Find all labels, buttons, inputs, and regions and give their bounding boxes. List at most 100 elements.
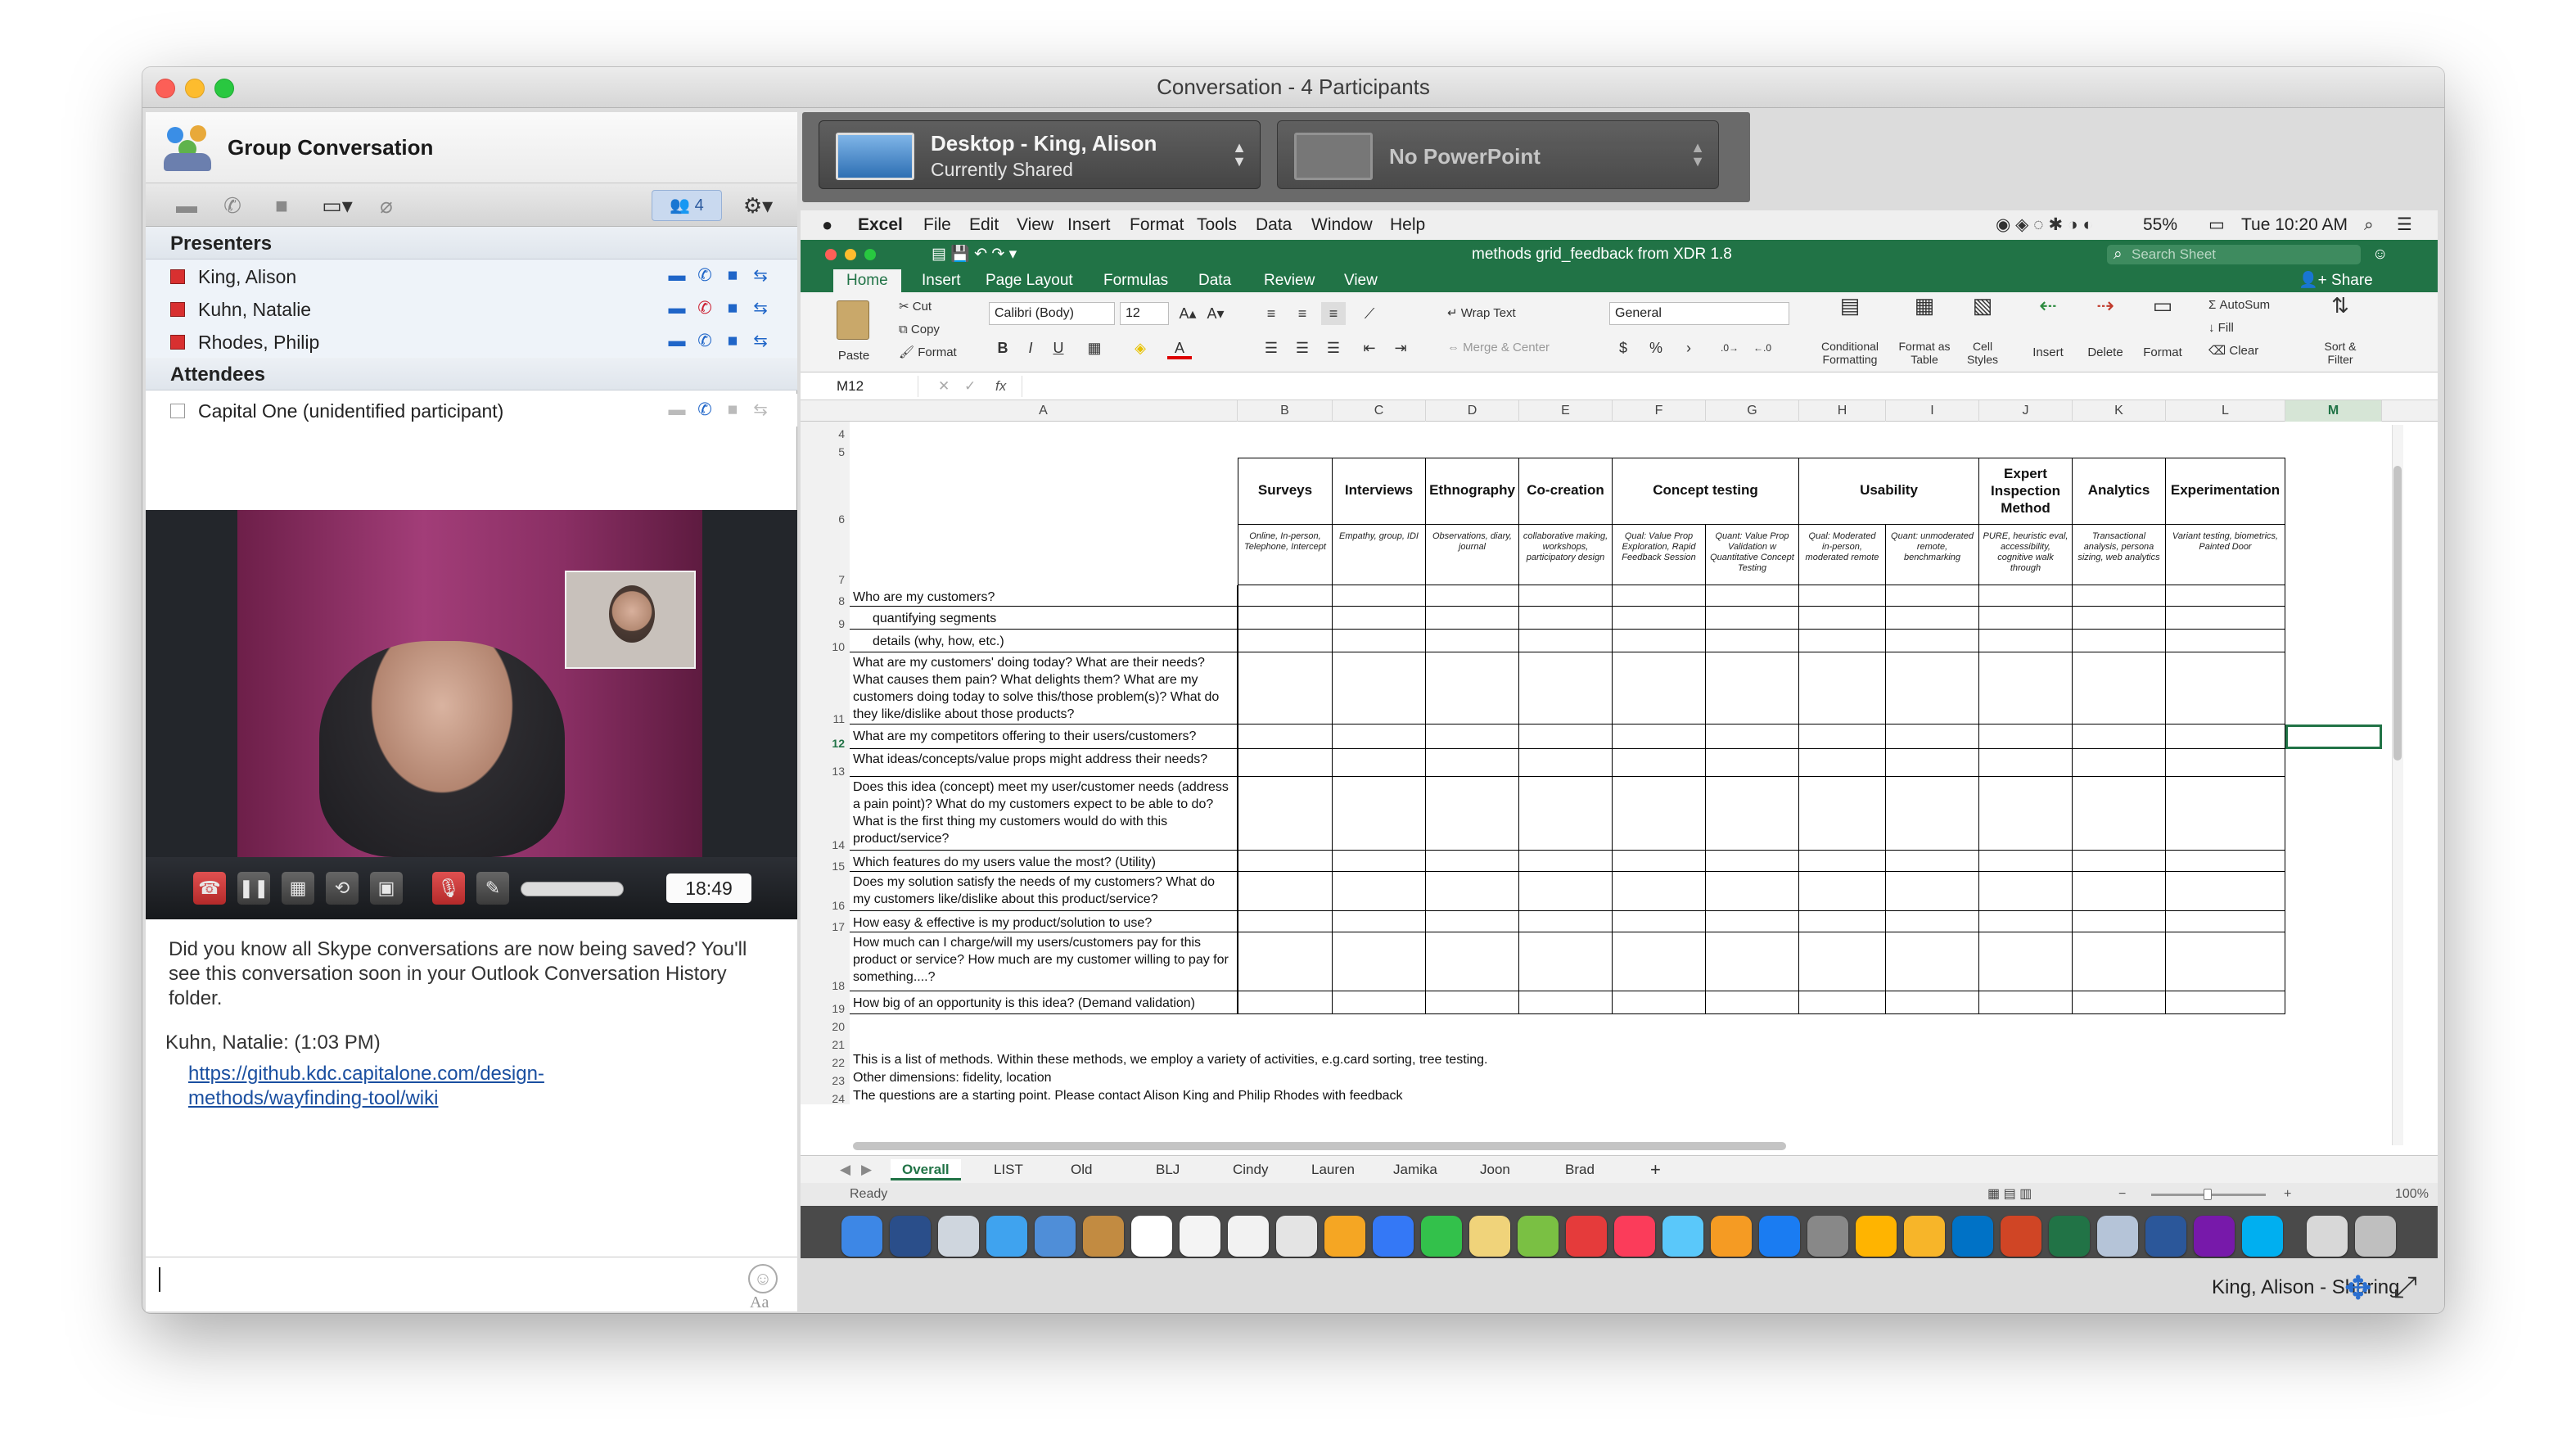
method-cell[interactable] [1706,991,1799,1014]
im-icon[interactable]: ▬ [666,400,688,420]
align-top-icon[interactable]: ≡ [1259,302,1283,325]
method-cell[interactable] [1426,652,1519,724]
method-cell[interactable] [1979,749,2073,777]
method-cell[interactable] [1799,607,1886,630]
format-table-icon[interactable]: ▦ [1894,295,1955,316]
video-icon[interactable]: ■ [722,299,743,318]
method-header-cell[interactable]: Co-creation [1519,458,1613,525]
row-header[interactable]: 19 [801,991,850,1015]
menu-format[interactable]: Format [1130,210,1184,240]
method-cell[interactable] [2073,749,2166,777]
method-subheader-cell[interactable]: Transactional analysis, persona sizing, … [2073,525,2166,585]
numbers-icon[interactable] [1518,1216,1559,1257]
method-cell[interactable] [1519,585,1613,607]
row-header[interactable]: 9 [801,607,850,630]
search-sheet-input[interactable]: Search Sheet [2107,245,2361,264]
outlook-icon[interactable] [1952,1216,1993,1257]
row-header[interactable]: 5 [801,440,850,458]
row-header[interactable]: 17 [801,911,850,933]
itunes-icon[interactable] [1614,1216,1655,1257]
method-subheader-cell[interactable]: Observations, diary, journal [1426,525,1519,585]
cancel-icon[interactable]: ✕ [938,372,950,400]
method-cell[interactable] [1238,777,1333,851]
method-cell[interactable] [1706,585,1799,607]
chat-link-line-1[interactable]: https://github.kdc.capitalone.com/design… [188,1062,778,1086]
video-icon[interactable]: ■ [722,332,743,351]
participant-row[interactable]: Rhodes, Philip ▬ ✆ ■ ⇆ [146,325,797,358]
autosum-button[interactable]: Σ AutoSum [2208,299,2270,312]
method-cell[interactable] [1799,932,1886,991]
question-cell[interactable]: Who are my customers? [850,585,1238,607]
method-cell[interactable] [1426,851,1519,872]
sheet-tab[interactable]: Cindy [1221,1159,1279,1180]
method-cell[interactable] [1519,872,1613,911]
method-cell[interactable] [1333,630,1426,652]
method-header-cell[interactable]: Analytics [2073,458,2166,525]
tab-data[interactable]: Data [1198,269,1231,292]
method-cell[interactable] [1426,724,1519,749]
question-cell[interactable]: Which features do my users value the mos… [850,851,1238,872]
row-header[interactable]: 14 [801,777,850,851]
search-icon[interactable]: ⌕ [2364,210,2374,240]
method-cell[interactable] [1886,911,1979,932]
method-cell[interactable] [1519,724,1613,749]
menu-insert[interactable]: Insert [1067,210,1111,240]
row-header[interactable]: 7 [801,525,850,586]
mail-icon[interactable] [1035,1216,1076,1257]
method-cell[interactable] [1979,652,2073,724]
method-cell[interactable] [1979,911,2073,932]
stickies-icon[interactable] [1469,1216,1510,1257]
grow-font-icon[interactable]: A▴ [1175,302,1200,325]
method-cell[interactable] [1886,851,1979,872]
font-format-button[interactable]: Aa [750,1293,769,1312]
fill-button[interactable]: ↓ Fill [2208,322,2234,335]
keynote-icon[interactable] [1662,1216,1703,1257]
orientation-icon[interactable]: ⟋ [1357,302,1382,325]
method-cell[interactable] [1238,652,1333,724]
method-cell[interactable] [1706,872,1799,911]
fill-color-icon[interactable]: ◈ [1128,336,1153,359]
method-subheader-cell[interactable]: Quant: Value Prop Validation w Quantitat… [1706,525,1799,585]
column-header[interactable]: C [1333,400,1426,422]
method-cell[interactable] [1426,630,1519,652]
method-cell[interactable] [1979,724,2073,749]
sketch-icon[interactable] [1856,1216,1897,1257]
method-cell[interactable] [1519,932,1613,991]
increase-decimal-icon[interactable]: .0→ [1717,336,1742,359]
devices-button[interactable]: ▣ [370,872,403,905]
method-cell[interactable] [2166,585,2285,607]
menu-edit[interactable]: Edit [969,210,999,240]
method-cell[interactable] [1886,630,1979,652]
spreadsheet-grid[interactable]: ABCDEFGHIJKLM 4 5 6 7 8 9 10 11 12 13 14 15 16 17 18 19… [801,400,2438,1155]
method-cell[interactable] [1613,777,1706,851]
share-button[interactable]: 👤+ Share [2299,269,2373,292]
zoom-slider[interactable] [2151,1189,2266,1200]
horizontal-scroll-thumb[interactable] [853,1142,1786,1150]
method-header-cell[interactable]: Ethnography [1426,458,1519,525]
menu-data[interactable]: Data [1256,210,1292,240]
method-cell[interactable] [2166,749,2285,777]
scroll-thumb[interactable] [2393,466,2402,761]
method-cell[interactable] [2073,911,2166,932]
format-cells-button[interactable]: Format [2138,346,2187,359]
method-subheader-cell[interactable]: Empathy, group, IDI [1333,525,1426,585]
method-header-cell[interactable]: Surveys [1238,458,1333,525]
mute-button[interactable]: 🎙 [432,872,465,905]
method-cell[interactable] [1238,585,1333,607]
method-cell[interactable] [1799,652,1886,724]
apple-icon[interactable]: ● [822,210,832,240]
method-cell[interactable] [1333,872,1426,911]
system-preferences-icon[interactable] [1807,1216,1848,1257]
method-cell[interactable] [1799,585,1886,607]
hang-up-button[interactable]: ☎ [193,872,226,905]
im-icon[interactable]: ▬ [666,299,688,318]
app-store-icon[interactable] [1759,1216,1800,1257]
menu-excel[interactable]: Excel [858,210,903,240]
powerpoint-share-dropdown[interactable]: No PowerPoint ▲ ▼ [1277,120,1719,189]
method-cell[interactable] [1238,724,1333,749]
column-header[interactable]: F [1613,400,1706,422]
method-cell[interactable] [1706,749,1799,777]
method-cell[interactable] [1333,911,1426,932]
phone-icon[interactable]: ✆ [216,192,249,219]
method-cell[interactable] [2166,851,2285,872]
